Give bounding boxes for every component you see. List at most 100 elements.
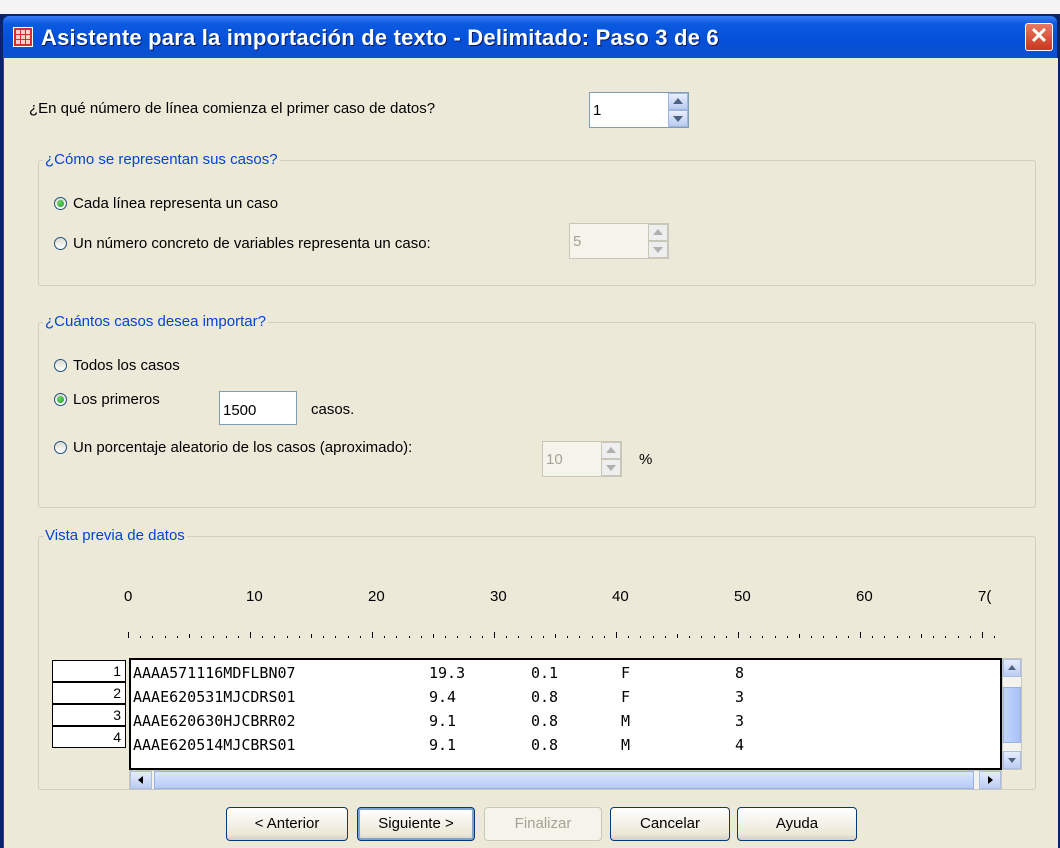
- ruler-tick: [945, 636, 947, 638]
- row-number[interactable]: 3: [52, 704, 126, 726]
- column-ruler: 0 10 20 30 40 50 60 7(: [4, 578, 1058, 640]
- scroll-right-icon[interactable]: [979, 771, 1001, 789]
- spinner-down-icon[interactable]: [648, 241, 668, 258]
- first-cases-value: 1500: [223, 402, 257, 419]
- preview-row: AAAE620531MJCDRS01 9.4 0.8 F 3: [131, 686, 1000, 708]
- ruler-tick: [884, 636, 886, 638]
- first-cases-input[interactable]: 1500: [219, 391, 297, 425]
- ruler-tick: [799, 634, 800, 638]
- horizontal-scrollbar[interactable]: [129, 770, 1002, 790]
- radio-fixed-variables[interactable]: Un número concreto de variables represen…: [54, 235, 431, 252]
- scroll-down-icon[interactable]: [1003, 751, 1021, 769]
- scroll-left-icon[interactable]: [130, 771, 152, 789]
- cases-group-legend: ¿Cómo se representan sus casos?: [43, 151, 280, 168]
- ruler-tick: [921, 634, 922, 638]
- row-number[interactable]: 1: [52, 660, 126, 682]
- ruler-tick: [908, 636, 910, 638]
- radio-button-icon: [54, 441, 67, 454]
- radio-button-icon: [54, 359, 67, 372]
- ruler-tick: [286, 636, 288, 638]
- preview-row: AAAA571116MDFLBN07 19.3 0.1 F 8: [131, 662, 1000, 684]
- ruler-tick: [762, 636, 764, 638]
- scroll-up-icon[interactable]: [1003, 659, 1021, 677]
- radio-button-icon: [54, 237, 67, 250]
- spinner-down-icon[interactable]: [668, 110, 688, 127]
- help-button[interactable]: Ayuda: [737, 807, 857, 841]
- ruler-tick: [542, 636, 544, 638]
- ruler-tick: [860, 632, 861, 638]
- cancel-button[interactable]: Cancelar: [610, 807, 730, 841]
- next-button[interactable]: Siguiente >: [357, 807, 475, 841]
- ruler-tick: [420, 636, 422, 638]
- vertical-scroll-thumb[interactable]: [1003, 687, 1021, 743]
- preview-row: AAAE620630HJCBRR02 9.1 0.8 M 3: [131, 710, 1000, 732]
- preview-data-grid: AAAA571116MDFLBN07 19.3 0.1 F 8 AAAE620531MJC…: [129, 658, 1002, 770]
- ruler-tick: [335, 636, 337, 638]
- ruler-label: 60: [856, 588, 873, 605]
- ruler-tick: [701, 636, 703, 638]
- ruler-tick: [506, 636, 508, 638]
- radio-all-cases[interactable]: Todos los casos: [54, 357, 180, 374]
- preview-cell: 0.1: [531, 664, 559, 682]
- ruler-label: 30: [490, 588, 507, 605]
- close-icon[interactable]: ✕: [1025, 23, 1053, 51]
- ruler-tick: [518, 636, 520, 638]
- preview-cell: AAAE620630HJCBRR02: [133, 712, 296, 730]
- ruler-tick: [494, 632, 495, 638]
- radio-each-line[interactable]: Cada línea representa un caso: [54, 195, 278, 212]
- radio-first-cases[interactable]: Los primeros: [54, 391, 160, 408]
- preview-cell: AAAA571116MDFLBN07: [133, 664, 296, 682]
- preview-cell: 0.8: [531, 712, 559, 730]
- spinner-up-icon[interactable]: [668, 93, 688, 110]
- fixed-variables-spinner[interactable]: 5: [569, 223, 669, 259]
- fixed-variables-value: 5: [573, 233, 582, 250]
- first-line-spinner[interactable]: 1: [589, 92, 689, 128]
- ruler-tick: [469, 636, 471, 638]
- row-number[interactable]: 4: [52, 726, 126, 748]
- radio-each-line-label: Cada línea representa un caso: [73, 195, 279, 212]
- radio-random-percent[interactable]: Un porcentaje aleatorio de los casos (ap…: [54, 439, 412, 456]
- horizontal-scroll-thumb[interactable]: [154, 771, 974, 789]
- ruler-tick: [603, 636, 605, 638]
- ruler-tick: [847, 636, 849, 638]
- spinner-up-icon[interactable]: [648, 224, 668, 241]
- ruler-tick: [176, 636, 178, 638]
- ruler-tick: [713, 636, 715, 638]
- ruler-tick: [225, 636, 227, 638]
- dialog-body: ¿En qué número de línea comienza el prim…: [3, 58, 1058, 848]
- ruler-tick: [823, 636, 825, 638]
- preview-cell: AAAE620514MJCBRS01: [133, 736, 296, 754]
- preview-cell: 9.4: [429, 688, 457, 706]
- spreadsheet-app-icon: [13, 27, 33, 47]
- row-number[interactable]: 2: [52, 682, 126, 704]
- random-percent-spinner[interactable]: 10: [542, 441, 622, 477]
- ruler-tick: [677, 634, 678, 638]
- back-button[interactable]: < Anterior: [226, 807, 348, 841]
- ruler-tick: [262, 636, 264, 638]
- first-line-value: 1: [593, 102, 602, 119]
- spinner-up-icon[interactable]: [601, 442, 621, 459]
- ruler-tick: [213, 636, 215, 638]
- vertical-scrollbar[interactable]: [1002, 658, 1022, 770]
- preview-cell: 4: [735, 736, 745, 754]
- spinner-down-icon[interactable]: [601, 459, 621, 476]
- ruler-label: 20: [368, 588, 385, 605]
- ruler-tick: [347, 636, 349, 638]
- ruler-tick: [725, 636, 727, 638]
- ruler-tick: [457, 636, 459, 638]
- ruler-tick: [786, 636, 788, 638]
- preview-cell: 0.8: [531, 688, 559, 706]
- preview-cell: F: [621, 688, 631, 706]
- import-group-legend: ¿Cuántos casos desea importar?: [43, 313, 268, 330]
- ruler-tick: [323, 636, 325, 638]
- ruler-tick: [445, 636, 447, 638]
- finish-button[interactable]: Finalizar: [484, 807, 602, 841]
- title-bar: Asistente para la importación de texto -…: [3, 16, 1057, 58]
- ruler-tick: [189, 634, 190, 638]
- ruler-tick: [396, 636, 398, 638]
- ruler-label: 10: [246, 588, 263, 605]
- ruler-tick: [140, 636, 142, 638]
- ruler-tick: [872, 636, 874, 638]
- first-cases-suffix: casos.: [311, 401, 355, 418]
- ruler-tick: [408, 636, 410, 638]
